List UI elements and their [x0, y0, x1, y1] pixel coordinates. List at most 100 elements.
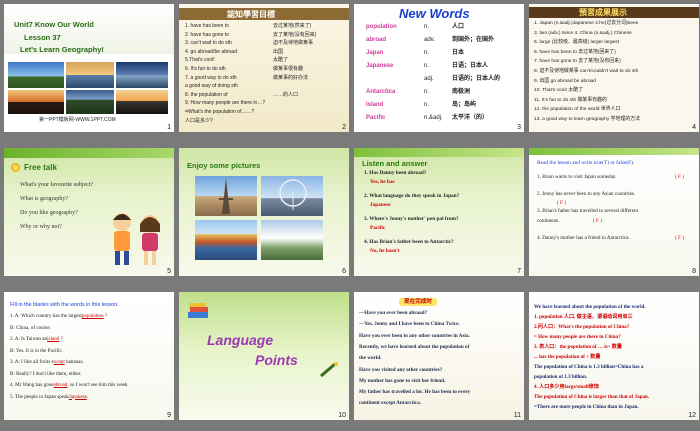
photo-landscape-5: [66, 90, 114, 114]
note-line: =There are more people in China than in …: [534, 404, 639, 410]
word-meaning: 日本: [452, 50, 465, 56]
blank-line: B: Really? I don't like them, either.: [10, 371, 81, 378]
blank-suffix: ?: [59, 336, 63, 342]
blank-line: 1. A: Which country has the largestpopul…: [10, 313, 107, 320]
slide-heading-line1: Language: [207, 332, 274, 348]
note-line: ... has the population of + 数量: [534, 354, 601, 360]
slide-thumbnail-12[interactable]: We have learned about the population of …: [529, 292, 699, 420]
word-meaning: 到国外；在国外: [452, 37, 495, 43]
slide-number: 5: [167, 268, 171, 275]
blank-answer: Japanese: [68, 393, 87, 400]
word-meaning: 日语；日本人: [452, 63, 489, 69]
tf-answer: ( F ): [675, 235, 684, 241]
slide-thumbnail-6[interactable]: Enjoy some pictures 6: [179, 148, 349, 276]
sentence-line: —Have you ever been abroad?: [359, 310, 428, 316]
books-icon: [187, 302, 209, 320]
blank-prefix: 3. A: I like all fruits e: [10, 359, 54, 365]
blank-prefix: 4. Mr Wang has gone: [10, 382, 54, 388]
blank-prefix: B: China, of course.: [10, 324, 51, 331]
phrase-en: 1. have has been to: [185, 23, 229, 29]
phrase-row: 7. a good way to do sth 做某事的好办法: [185, 75, 345, 82]
word-row: adj. 日语的；日本人的: [366, 76, 521, 83]
slide-thumbnail-10[interactable]: Language Points 10: [179, 292, 349, 420]
word-meaning: 人口: [452, 24, 465, 30]
slide-thumbnail-7[interactable]: Listen and answer 1. Has Danny been abro…: [354, 148, 524, 276]
slide-thumbnail-2[interactable]: 認知學習目標 1. have has been to 去过某地(然来了) 2. ha…: [179, 4, 349, 132]
slide-number: 9: [167, 412, 171, 419]
photo-landscape-1: [8, 62, 64, 88]
photo-waterfront-houses: [195, 220, 257, 260]
word-row: Pacific n.&adj. 太平洋（的）: [366, 115, 521, 122]
question-line: Why or why not?: [20, 224, 62, 230]
phrase-row: 4. go abroad/be abroad 出国: [185, 49, 345, 56]
blank-suffix: .: [86, 393, 89, 400]
phrase-row: 8. the population of ……的人口: [185, 92, 345, 99]
note-line: = How many people are there in China?: [534, 334, 621, 340]
blank-answer: xcept: [53, 359, 65, 365]
slide-thumbnail-11[interactable]: 现在完成时 —Have you ever been abroad? —Yes, J…: [354, 292, 524, 420]
pen-icon: [319, 362, 339, 378]
phrase-row: 1. have has been to 去过某地(然来了): [185, 23, 345, 30]
statement-line: 1. Brain wants to visit Japan someday.: [537, 174, 617, 180]
word-pos: adv.: [424, 37, 435, 43]
phrase-en: a good way of doing sth: [185, 83, 238, 90]
note-line: population of 1.3 billion.: [534, 374, 588, 380]
phrase-row: 人口是多少?: [185, 118, 345, 125]
word-row: Japan n. 日本: [366, 50, 521, 57]
phrase-row: =What's the population of……?: [185, 109, 345, 116]
word-term: Pacific: [366, 115, 386, 121]
slide-heading: Read the lesson and write true(T) or fal…: [537, 160, 635, 166]
statement-line: continents.: [537, 218, 560, 224]
phrase-row: 3. can't wait to do sth 迫不及待地做某事: [185, 40, 345, 47]
blank-line: 3. A: I like all fruits except bananas.: [10, 359, 84, 366]
answer-line: 9. 出国 go abroad be abroad: [534, 78, 596, 84]
phrase-en: 3. can't wait to do sth: [185, 40, 232, 47]
green-ribbon: [4, 148, 174, 158]
question-line: Do you like geography?: [20, 210, 78, 216]
blank-prefix: 1. A: Which country has the largest: [10, 313, 82, 319]
photo-landscape-3: [116, 62, 168, 88]
blank-answer: island: [47, 336, 60, 342]
slide-number: 6: [342, 268, 346, 275]
statement-line: 2. Jenny has never been to any Asian cou…: [537, 191, 636, 197]
sentence-line: Have you ever been to any other countrie…: [359, 332, 470, 339]
blank-suffix: bananas.: [64, 359, 84, 365]
phrase-cn: 太酷了: [273, 57, 289, 64]
phrase-cn: 做某事的好办法: [273, 74, 309, 81]
word-row: Japanese n. 日语；日本人: [366, 63, 521, 70]
blank-line: B: Yes. It is in the Pacific.: [10, 348, 63, 355]
question-line: 4. Has Brian's father been to Antarctic?: [364, 239, 454, 245]
word-pos: adj.: [424, 76, 434, 82]
slide-thumbnail-4[interactable]: 預習成果展示 1. Japan (n.&adj.)Japanese 2.he(过…: [529, 4, 699, 132]
answer-line: 8. 迫不及待地做某事 can't/couldn't wait to do st…: [534, 69, 639, 74]
slide-thumbnail-5[interactable]: Free talk What's your favourite subject?…: [4, 148, 174, 276]
statement-line: 4. Danny's mother has a friend in Antarc…: [537, 235, 630, 241]
blank-line: 2. A: Is Taiwan anisland ?: [10, 336, 63, 343]
slide-thumbnail-3[interactable]: New Words population n. 人口 abroad adv. 到国外；在国…: [354, 4, 524, 132]
word-meaning: 日语的；日本人的: [452, 76, 501, 82]
blank-prefix: 5. The people in Japan speak: [10, 393, 69, 400]
slide-number: 11: [513, 412, 521, 419]
answer-line: 6. have has been to 去过某地(回来了): [534, 49, 616, 55]
slide-thumbnail-9[interactable]: Fill in the blanks with the words in thi…: [4, 292, 174, 420]
slide-thumbnail-8[interactable]: Read the lesson and write true(T) or fal…: [529, 148, 699, 276]
slide-heading-line2: Points: [255, 352, 298, 368]
sentence-line: continent except Antarctica.: [359, 400, 421, 407]
answer-line: 12. the population of the world 世界人口: [534, 107, 621, 113]
slide-lesson: Lesson 37: [24, 33, 61, 42]
ribbon: [354, 148, 524, 157]
answer-line: 11. It's fun to do sth 做某事有趣的: [534, 97, 607, 103]
answer-line: 3. two (adv.) twice 4. China (n.&adj.) C…: [534, 30, 632, 36]
slide-thumbnail-1[interactable]: Unit7 Know Our World Lesson 37 Let's Lea…: [4, 4, 174, 132]
slide-number: 12: [688, 412, 696, 419]
word-row: Island n. 岛；岛屿: [366, 102, 521, 109]
photo-landscape-2: [66, 62, 114, 88]
blank-line: B: China, of course.: [10, 325, 51, 332]
word-meaning: 南极洲: [452, 89, 471, 95]
sentence-line: Recently, we have learned about the popu…: [359, 343, 470, 350]
photo-paris-eiffel: [195, 176, 257, 216]
blank-prefix: B: Yes. It is in the Pacific.: [10, 347, 64, 354]
tf-answer: ( F ): [675, 174, 684, 180]
word-pos: n.: [424, 89, 430, 95]
sentence-line: the world.: [359, 355, 382, 362]
